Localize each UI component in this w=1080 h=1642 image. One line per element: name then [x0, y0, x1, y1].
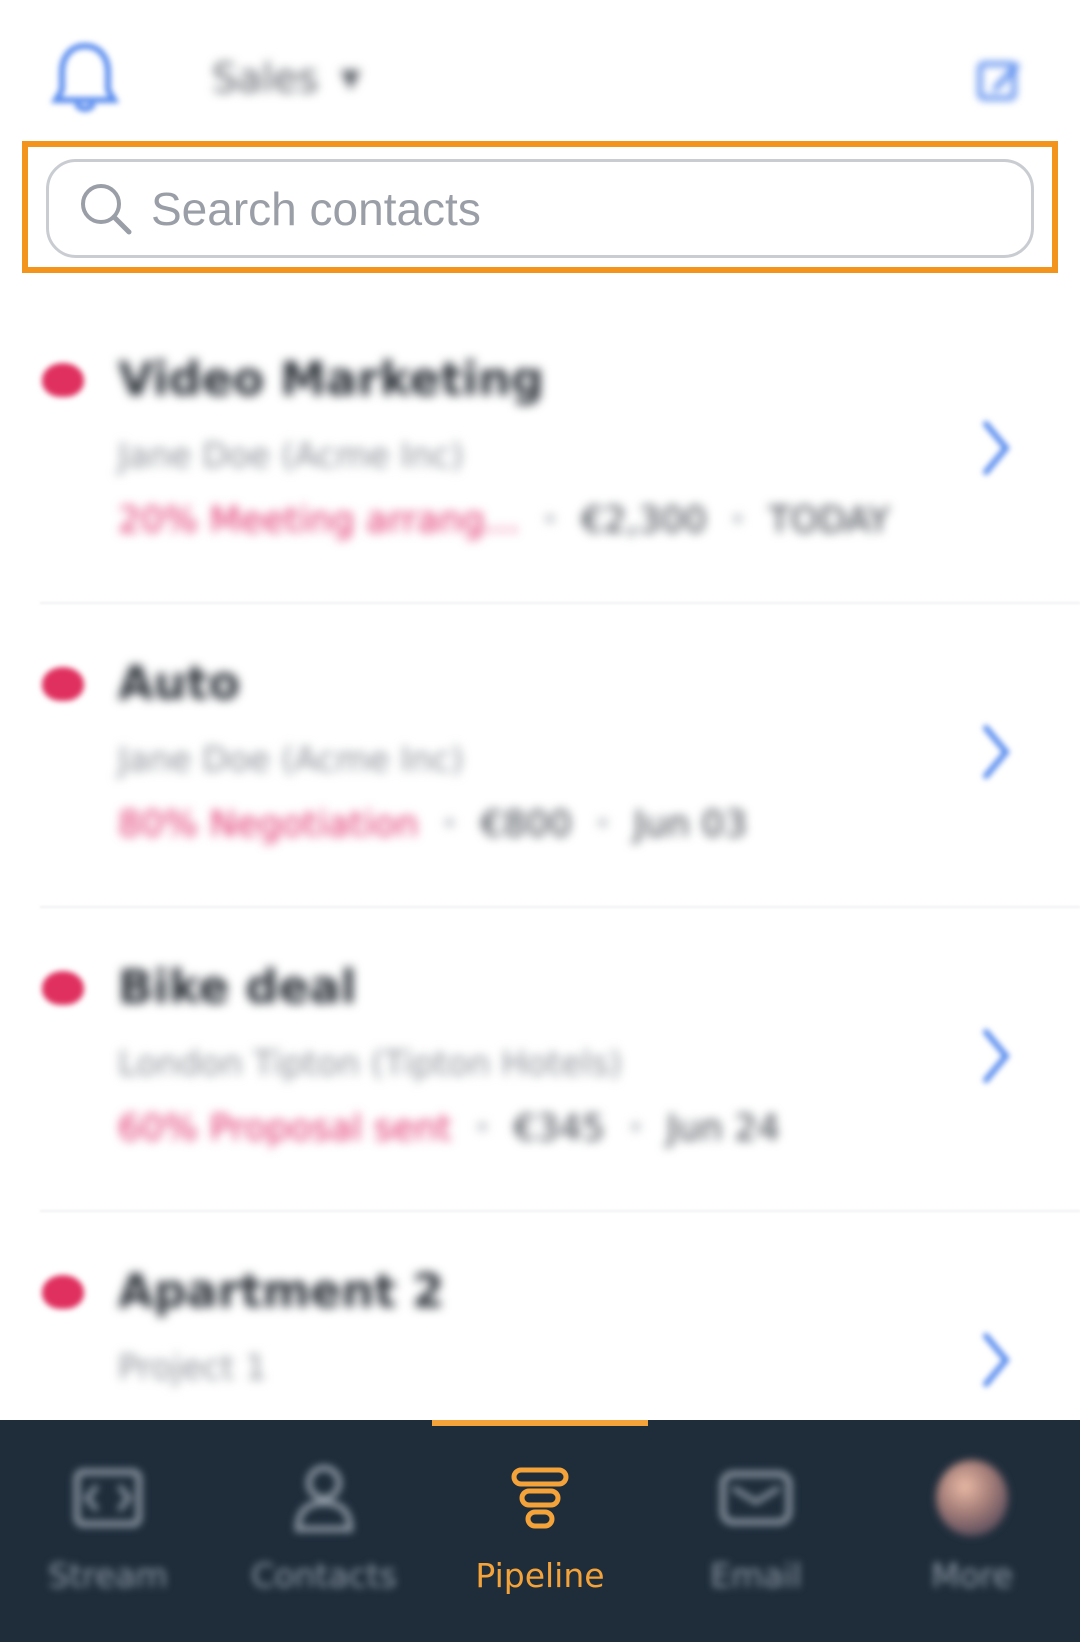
deal-row[interactable]: Video Marketing Jane Doe (Acme Inc) 20% … — [0, 300, 1080, 604]
chevron-right-icon — [983, 725, 1010, 779]
deal-stage: 80% Negotiation — [118, 804, 419, 845]
deal-contact: Project 1 — [118, 1348, 267, 1388]
contacts-icon — [286, 1460, 362, 1536]
deal-contact: Jane Doe (Acme Inc) — [118, 436, 464, 476]
pipeline-selector[interactable]: Sales ▼ — [212, 56, 360, 102]
nav-label: More — [931, 1556, 1013, 1595]
deal-status-icon — [42, 971, 84, 1005]
user-avatar-icon — [936, 1460, 1008, 1536]
nav-more[interactable]: More — [864, 1420, 1080, 1642]
deal-status-icon — [42, 667, 84, 701]
nav-label: Contacts — [251, 1556, 397, 1595]
deal-value: €2,300 — [580, 500, 707, 541]
deal-status-icon — [42, 1275, 84, 1309]
deal-meta: 80% Negotiation • €800 • Jun 03 — [118, 804, 747, 845]
nav-stream[interactable]: Stream — [0, 1420, 216, 1642]
deal-value: €800 — [480, 804, 572, 845]
deal-stage: 20% Meeting arrang... — [118, 500, 520, 541]
deal-meta: 20% Meeting arrang... • €2,300 • TODAY — [118, 500, 890, 541]
search-box[interactable] — [46, 159, 1034, 258]
search-icon — [81, 183, 132, 234]
deal-row[interactable]: Bike deal London Tipton (Tipton Hotels) … — [0, 908, 1080, 1212]
avatar — [934, 1460, 1010, 1536]
active-tab-indicator — [432, 1420, 648, 1426]
separator-dot-icon: • — [626, 1111, 645, 1146]
nav-contacts[interactable]: Contacts — [216, 1420, 432, 1642]
nav-pipeline[interactable]: Pipeline — [432, 1420, 648, 1642]
chevron-right-icon — [983, 421, 1010, 475]
separator-dot-icon: • — [593, 807, 612, 842]
separator-dot-icon: • — [541, 503, 559, 538]
nav-label: Stream — [48, 1556, 168, 1595]
deal-title: Bike deal — [118, 960, 357, 1014]
nav-label: Email — [710, 1556, 802, 1595]
separator-dot-icon: • — [440, 807, 459, 842]
chevron-right-icon — [983, 1029, 1010, 1083]
stream-icon — [70, 1460, 146, 1536]
separator-dot-icon: • — [728, 503, 747, 538]
deal-date: Jun 03 — [633, 804, 748, 845]
top-bar: Sales ▼ — [0, 0, 1080, 150]
pipeline-icon — [502, 1460, 578, 1536]
search-input[interactable] — [151, 181, 971, 236]
deal-contact: Jane Doe (Acme Inc) — [118, 740, 464, 780]
deal-meta: 60% Proposal sent • €345 • Jun 24 — [118, 1108, 780, 1149]
nav-email[interactable]: Email — [648, 1420, 864, 1642]
deal-contact: London Tipton (Tipton Hotels) — [118, 1044, 623, 1084]
separator-dot-icon: • — [473, 1111, 492, 1146]
deal-title: Apartment 2 — [118, 1264, 445, 1318]
chevron-right-icon — [983, 1333, 1010, 1387]
deal-status-icon — [42, 363, 84, 397]
deal-date: TODAY — [768, 500, 890, 541]
pipeline-name: Sales — [212, 56, 319, 102]
nav-label: Pipeline — [475, 1556, 605, 1595]
deal-row[interactable]: Auto Jane Doe (Acme Inc) 80% Negotiation… — [0, 604, 1080, 908]
deal-date: Jun 24 — [666, 1108, 781, 1149]
deal-stage: 60% Proposal sent — [118, 1108, 452, 1149]
deal-title: Video Marketing — [118, 352, 544, 406]
email-icon — [718, 1460, 794, 1536]
deal-value: €345 — [513, 1108, 605, 1149]
chevron-down-icon: ▼ — [340, 64, 361, 94]
notifications-bell-icon[interactable] — [50, 40, 120, 116]
deal-list: Video Marketing Jane Doe (Acme Inc) 20% … — [0, 300, 1080, 1516]
bottom-navigation: Stream Contacts Pipeline Email More — [0, 1420, 1080, 1642]
edit-icon[interactable] — [976, 56, 1024, 104]
deal-title: Auto — [118, 656, 240, 710]
